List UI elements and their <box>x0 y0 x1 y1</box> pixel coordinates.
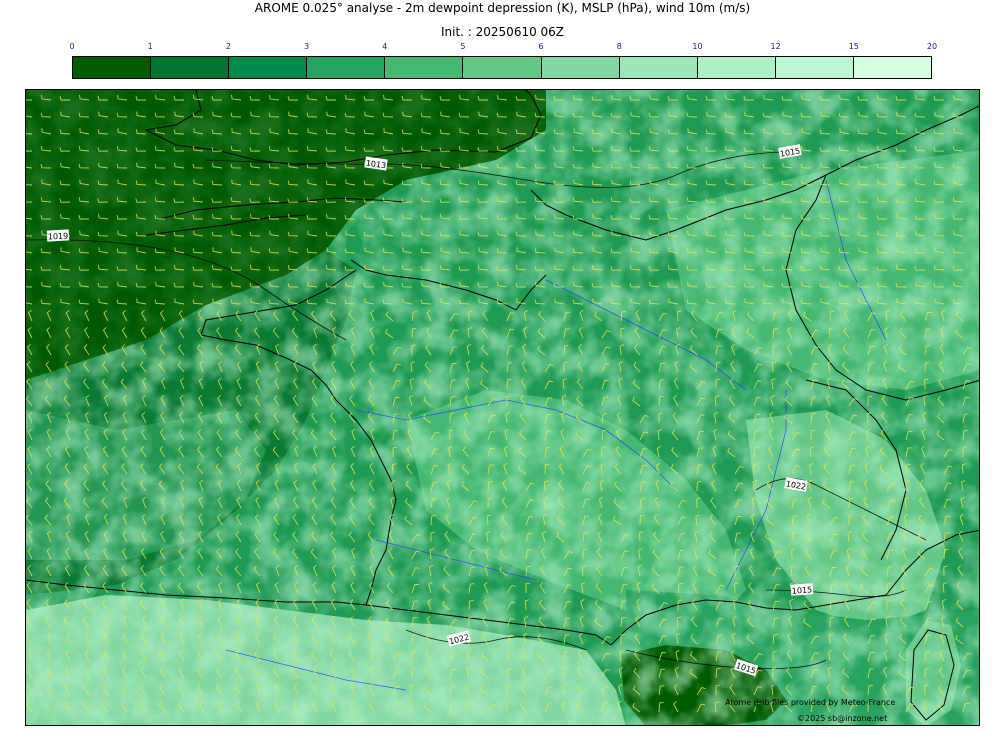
colorbar <box>72 56 932 79</box>
init-time: Init. : 20250610 06Z <box>440 25 565 39</box>
colorbar-tick-label: 20 <box>926 42 938 51</box>
colorbar-segment <box>697 57 776 78</box>
isobar-label: 1015 <box>792 585 813 595</box>
colorbar-segment <box>619 57 698 78</box>
colorbar-tick-label: 8 <box>616 42 622 51</box>
isobar-label: 1019 <box>48 231 69 241</box>
colorbar-segment <box>541 57 620 78</box>
colorbar-tick-label: 10 <box>692 42 703 51</box>
colorbar-segment <box>229 57 308 78</box>
figure-title: AROME 0.025° analyse - 2m dewpoint depre… <box>254 1 751 15</box>
colorbar-segment <box>463 57 542 78</box>
colorbar-tick-label: 2 <box>225 42 231 51</box>
colorbar-tick-label: 15 <box>848 42 859 51</box>
colorbar-segment <box>775 57 854 78</box>
colorbar-segment <box>151 57 230 78</box>
colorbar-tick-label: 6 <box>538 42 544 51</box>
colorbar-segment <box>385 57 464 78</box>
copyright-credit: ©2025 sb@inzone.net <box>797 714 888 723</box>
colorbar-tick-label: 4 <box>382 42 388 51</box>
weather-map: 1013 1019 1015 1022 1015 1022 1015 <box>25 89 980 726</box>
colorbar-tick-label: 12 <box>770 42 781 51</box>
colorbar-tick-label: 0 <box>69 42 75 51</box>
colorbar-segment <box>73 57 152 78</box>
colorbar-segment <box>853 57 932 78</box>
colorbar-tick-label: 3 <box>303 42 310 51</box>
colorbar-tick-label: 1 <box>147 42 153 51</box>
colorbar-segment <box>307 57 386 78</box>
data-credit: Arome grib files provided by Meteo-Franc… <box>725 698 896 707</box>
colorbar-tick-label: 5 <box>460 42 466 51</box>
forecast-figure: AROME 0.025° analyse - 2m dewpoint depre… <box>0 0 1005 738</box>
